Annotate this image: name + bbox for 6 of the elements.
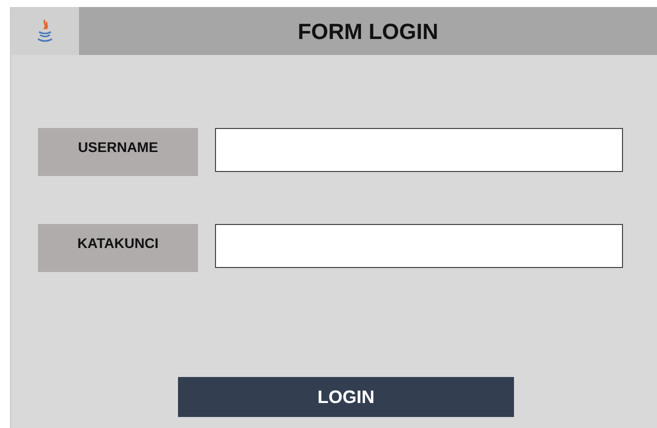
field-label: KATAKUNCI [38,224,198,272]
login-button[interactable]: LOGIN [178,377,514,417]
field-label: USERNAME [38,128,198,176]
window-title: FORM LOGIN [296,18,440,46]
input-field[interactable] [215,224,623,268]
input-field[interactable] [215,128,623,172]
